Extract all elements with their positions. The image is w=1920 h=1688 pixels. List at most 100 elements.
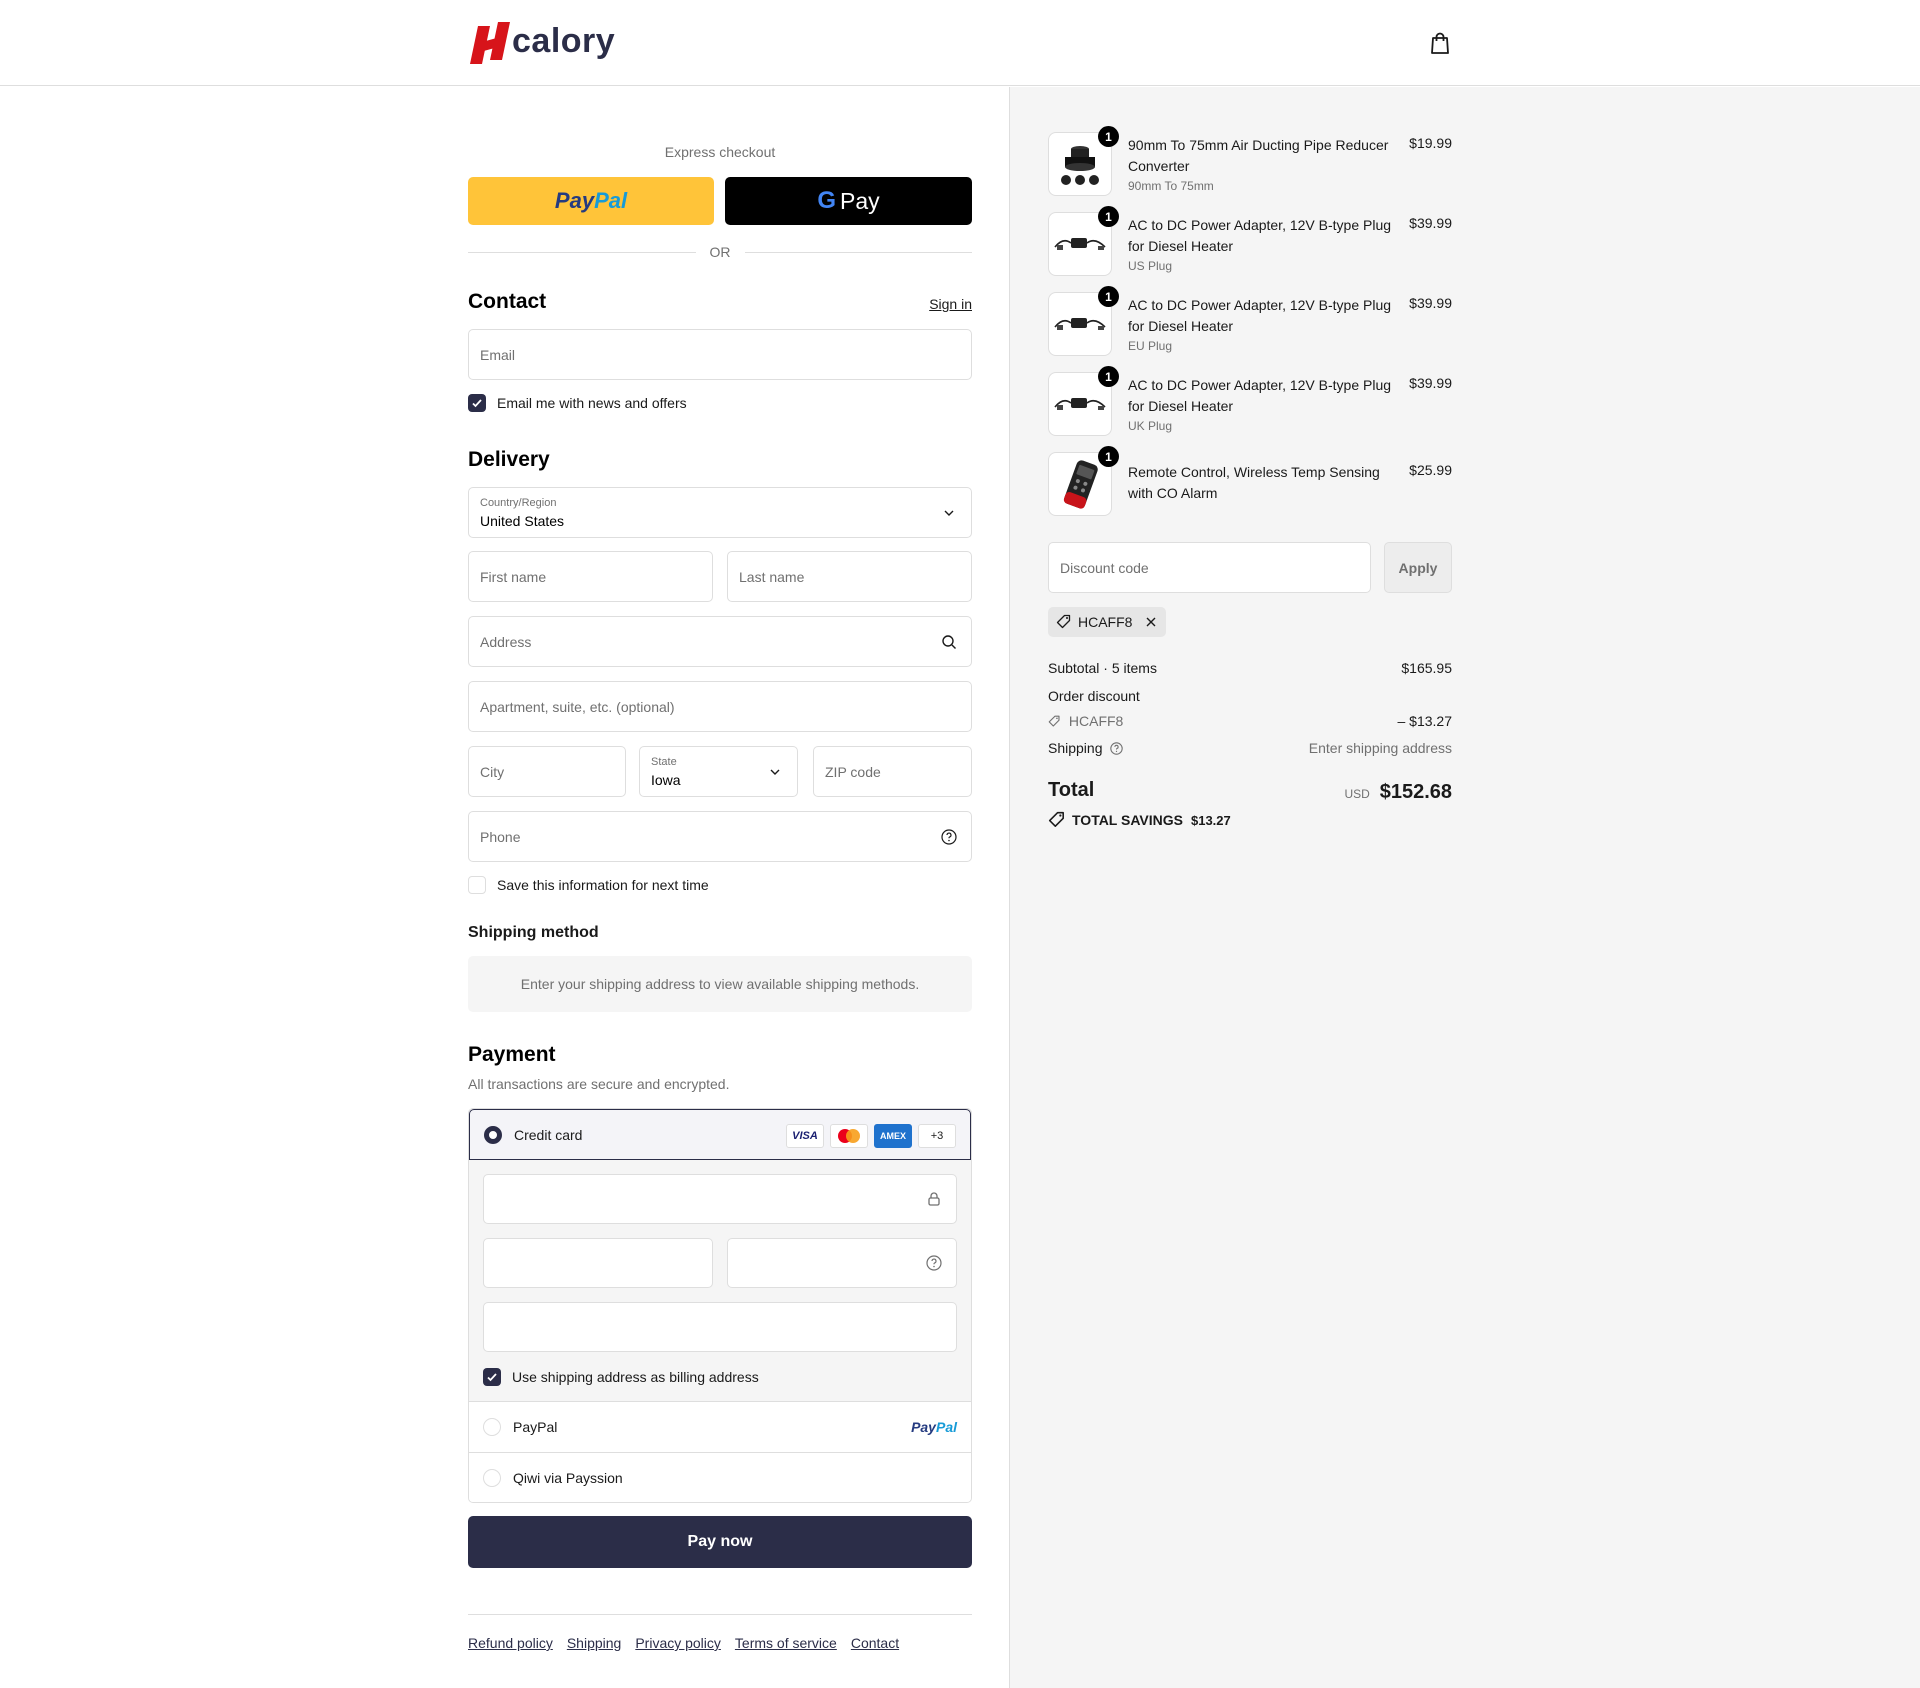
item-variant: EU Plug: [1128, 339, 1173, 353]
city-field[interactable]: City: [468, 746, 626, 797]
item-variant: 90mm To 75mm: [1128, 179, 1214, 193]
state-select[interactable]: State Iowa: [639, 746, 798, 797]
total-value: $152.68: [1379, 781, 1452, 803]
card-badges: VISA AMEX +3: [786, 1124, 956, 1148]
order-discount-label: Order discount: [1048, 688, 1140, 704]
item-name: 90mm To 75mm Air Ducting Pipe Reducer Co…: [1128, 137, 1389, 174]
contact-title: Contact: [468, 290, 547, 313]
shopping-bag-icon[interactable]: [1428, 30, 1452, 56]
credit-card-radio[interactable]: [484, 1125, 502, 1144]
contact-link[interactable]: Contact: [851, 1635, 899, 1651]
discount-row: HCAFF8 – $13.27: [1048, 713, 1452, 729]
shipping-method-title: Shipping method: [468, 924, 599, 941]
paypal-option-label: PayPal: [513, 1419, 558, 1435]
apartment-field[interactable]: Apartment, suite, etc. (optional): [468, 681, 972, 732]
google-g-icon: G: [817, 187, 837, 214]
card-number-field[interactable]: [483, 1174, 957, 1224]
or-divider: OR: [468, 244, 972, 260]
paypal-radio[interactable]: [483, 1418, 501, 1436]
subtotal-label: Subtotal · 5 items: [1048, 660, 1157, 676]
zip-field[interactable]: ZIP code: [813, 746, 972, 797]
express-checkout-title: Express checkout: [664, 144, 776, 160]
discount-code-field[interactable]: Discount code: [1048, 542, 1371, 593]
security-code-field[interactable]: [727, 1238, 957, 1288]
amex-icon: AMEX: [874, 1124, 912, 1148]
terms-of-service-link[interactable]: Terms of service: [735, 1635, 837, 1651]
subtotal-value: $165.95: [1401, 660, 1452, 676]
apply-discount-button[interactable]: Apply: [1384, 542, 1452, 593]
billing-checkbox[interactable]: [483, 1368, 501, 1386]
sign-in-link[interactable]: Sign in: [929, 296, 972, 312]
visa-icon: VISA: [786, 1124, 824, 1148]
help-circle-icon[interactable]: [926, 1255, 942, 1271]
refund-policy-link[interactable]: Refund policy: [468, 1635, 553, 1651]
discount-code-label: HCAFF8: [1068, 713, 1124, 729]
name-on-card-field[interactable]: [483, 1302, 957, 1352]
line-item: 1 AC to DC Power Adapter, 12V B-type Plu…: [1048, 206, 1452, 276]
address-field[interactable]: Address: [468, 616, 972, 667]
footer-links: Refund policy Shipping Privacy policy Te…: [468, 1614, 972, 1651]
item-price: $39.99: [1409, 295, 1452, 311]
shipping-row: Shipping Enter shipping address: [1048, 740, 1452, 756]
shipping-method-notice: Enter your shipping address to view avai…: [468, 956, 972, 1012]
chevron-down-icon: [944, 510, 954, 516]
pay-now-button[interactable]: Pay now: [468, 1516, 972, 1568]
currency-label: USD: [1344, 787, 1370, 801]
news-checkbox[interactable]: [468, 394, 486, 412]
paypal-option[interactable]: PayPal PayPal: [469, 1402, 971, 1452]
tag-icon: [1048, 811, 1064, 827]
logo-text: calory: [512, 21, 616, 60]
phone-field[interactable]: Phone: [468, 811, 972, 862]
country-select[interactable]: Country/Region United States: [468, 487, 972, 538]
qiwi-option[interactable]: Qiwi via Payssion: [469, 1452, 971, 1502]
payment-title: Payment: [468, 1043, 556, 1066]
item-price: $39.99: [1409, 215, 1452, 231]
news-label: Email me with news and offers: [497, 395, 687, 411]
quantity-badge: 1: [1098, 126, 1119, 147]
paypal-logo-icon: PayPal: [554, 188, 628, 213]
paypal-logo-icon: PayPal: [911, 1419, 957, 1435]
line-item: 1 90mm To 75mm Air Ducting Pipe Reducer …: [1048, 126, 1452, 196]
search-icon: [942, 635, 956, 649]
total-label: Total: [1048, 779, 1095, 801]
qiwi-option-label: Qiwi via Payssion: [513, 1469, 623, 1486]
item-name: AC to DC Power Adapter, 12V B-type Plug …: [1128, 217, 1392, 254]
billing-checkbox-row[interactable]: Use shipping address as billing address: [483, 1368, 759, 1386]
help-circle-icon[interactable]: [1110, 742, 1124, 755]
quantity-badge: 1: [1098, 446, 1119, 467]
shipping-link[interactable]: Shipping: [567, 1635, 622, 1651]
remove-code-icon[interactable]: [1144, 615, 1158, 629]
payment-methods: Credit card VISA AMEX +3 Use shipping ad…: [468, 1108, 972, 1503]
google-pay-button[interactable]: G Pay: [725, 177, 972, 225]
total-row: Total USD $152.68: [1048, 779, 1452, 807]
line-item: 1 AC to DC Power Adapter, 12V B-type Plu…: [1048, 366, 1452, 436]
first-name-field[interactable]: First name: [468, 551, 713, 602]
item-price: $19.99: [1409, 135, 1452, 151]
credit-card-option[interactable]: Credit card VISA AMEX +3: [469, 1109, 971, 1160]
tag-icon: [1048, 715, 1060, 727]
privacy-policy-link[interactable]: Privacy policy: [635, 1635, 721, 1651]
shipping-value: Enter shipping address: [1308, 740, 1452, 756]
quantity-badge: 1: [1098, 366, 1119, 387]
line-item: 1 AC to DC Power Adapter, 12V B-type Plu…: [1048, 286, 1452, 356]
item-variant: US Plug: [1128, 259, 1173, 273]
expiry-field[interactable]: [483, 1238, 713, 1288]
last-name-field[interactable]: Last name: [727, 551, 972, 602]
item-price: $39.99: [1409, 375, 1452, 391]
paypal-express-button[interactable]: PayPal: [468, 177, 714, 225]
save-info-label: Save this information for next time: [497, 877, 709, 893]
quantity-badge: 1: [1098, 286, 1119, 307]
tag-icon: [1056, 614, 1071, 629]
email-field[interactable]: Email: [468, 329, 972, 380]
payment-subtitle: All transactions are secure and encrypte…: [468, 1076, 730, 1092]
savings-label: TOTAL SAVINGS: [1072, 812, 1183, 828]
lock-icon: [928, 1192, 940, 1206]
news-checkbox-row[interactable]: Email me with news and offers: [468, 394, 687, 412]
mastercard-icon: [830, 1124, 868, 1148]
save-info-checkbox-row[interactable]: Save this information for next time: [468, 876, 709, 894]
help-circle-icon[interactable]: [941, 829, 957, 845]
qiwi-radio[interactable]: [483, 1468, 501, 1487]
gpay-label: Pay: [840, 187, 880, 214]
save-info-checkbox[interactable]: [468, 876, 486, 894]
store-logo[interactable]: calory: [468, 20, 615, 66]
